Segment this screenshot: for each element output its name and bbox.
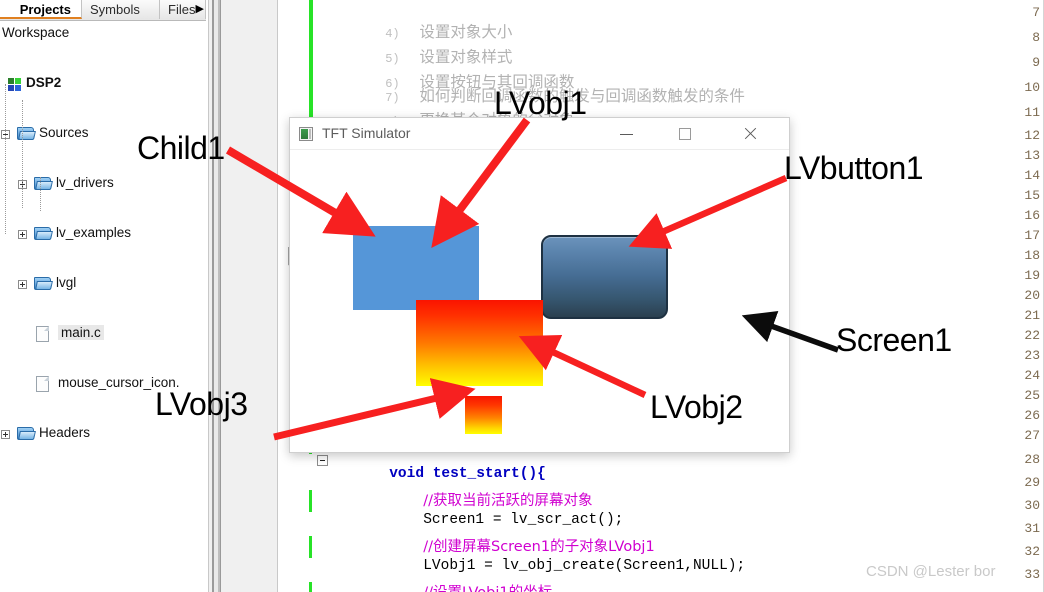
tree-item-dsp2-label: DSP2: [26, 75, 62, 90]
folder-icon: [34, 277, 53, 290]
line-number: 14: [1024, 168, 1040, 183]
folder-icon: [17, 427, 36, 440]
line-number: 9: [1032, 55, 1040, 70]
chevron-right-icon[interactable]: ▶: [196, 2, 204, 15]
code-fold-toggle[interactable]: [317, 455, 328, 466]
line-number: 23: [1024, 348, 1040, 363]
explorer-tabstrip: Projects Symbols Files ▶: [0, 0, 206, 21]
line-number: 25: [1024, 388, 1040, 403]
code-line: lv_obj_set_pos(LVobj1,50,50);: [371, 585, 676, 592]
line-number: 29: [1024, 475, 1040, 490]
line-number: 33: [1024, 567, 1040, 582]
annotation-label-lvobj2: LVobj2: [650, 389, 743, 425]
line-number: 27: [1024, 428, 1040, 443]
tree-item-lv-drivers-label: lv_drivers: [56, 175, 114, 190]
line-number: 15: [1024, 188, 1040, 203]
simulator-titlebar[interactable]: TFT Simulator: [290, 118, 789, 150]
line-number: 19: [1024, 268, 1040, 283]
line-number: 28: [1024, 452, 1040, 467]
panel-splitter[interactable]: [206, 0, 220, 592]
minimize-icon[interactable]: [603, 118, 649, 149]
line-number: 20: [1024, 288, 1040, 303]
tree-item-lv-examples[interactable]: lv_examples: [0, 222, 206, 247]
line-number: 11: [1024, 105, 1040, 120]
simulator-title: TFT Simulator: [322, 125, 411, 141]
folder-icon: [34, 227, 53, 240]
watermark: CSDN @Lester bor: [866, 563, 996, 580]
tab-symbols[interactable]: Symbols: [82, 0, 160, 19]
change-marker: [309, 536, 312, 558]
expander-plus-icon[interactable]: [18, 230, 27, 239]
tree-item-headers[interactable]: Headers: [0, 422, 206, 447]
line-number: 22: [1024, 328, 1040, 343]
annotation-label-lvbutton1: LVbutton1: [784, 150, 924, 186]
expander-plus-icon[interactable]: [18, 280, 27, 289]
lvobj1-rect[interactable]: [353, 226, 479, 344]
line-number: 13: [1024, 148, 1040, 163]
gutter-separator: [277, 0, 278, 592]
lvbutton1-button[interactable]: [541, 235, 668, 319]
tft-app-icon: [299, 127, 313, 141]
line-number: 21: [1024, 308, 1040, 323]
change-marker: [309, 0, 313, 125]
tab-files-label: Files: [168, 2, 196, 17]
line-number: 7: [1032, 5, 1040, 20]
annotation-label-lvobj3: LVobj3: [155, 386, 248, 422]
line-number-gutter: [221, 0, 277, 592]
line-number: 31: [1024, 521, 1040, 536]
close-icon[interactable]: [727, 118, 773, 149]
tree-guide: [40, 177, 41, 211]
annotation-label-child1: Child1: [137, 130, 225, 166]
line-number: 30: [1024, 498, 1040, 513]
tree-item-lv-examples-label: lv_examples: [56, 225, 132, 240]
lvobj2-rect[interactable]: [416, 300, 543, 386]
expander-plus-icon[interactable]: [1, 430, 10, 439]
file-icon: [36, 326, 49, 342]
lvobj3-rect[interactable]: [465, 396, 502, 434]
tree-item-lvgl-label: lvgl: [56, 275, 77, 290]
tree-guide: [22, 100, 23, 208]
annotation-label-lvobj1: LVobj1: [494, 85, 587, 121]
change-marker: [309, 582, 312, 592]
tree-guide: [5, 84, 6, 234]
line-number: 8: [1032, 30, 1040, 45]
folder-icon: [34, 177, 53, 190]
line-number: 12: [1024, 128, 1040, 143]
folder-icon: [17, 127, 36, 140]
line-number: 10: [1024, 80, 1040, 95]
line-number: 24: [1024, 368, 1040, 383]
tree-item-main-c[interactable]: main.c: [0, 322, 206, 347]
tree-item-main-c-label: main.c: [58, 325, 104, 340]
tree-item-workspace[interactable]: Workspace: [0, 22, 206, 47]
file-icon: [36, 376, 49, 392]
tree-item-workspace-label: Workspace: [2, 25, 70, 40]
tab-projects[interactable]: Projects: [0, 0, 82, 19]
change-marker: [309, 490, 312, 512]
tree-item-headers-label: Headers: [39, 425, 91, 440]
line-number: 18: [1024, 248, 1040, 263]
project-icon: [8, 78, 21, 91]
line-number: 17: [1024, 228, 1040, 243]
annotation-label-screen1: Screen1: [836, 322, 952, 358]
tree-item-lv-drivers[interactable]: lv_drivers: [0, 172, 206, 197]
tree-item-dsp2[interactable]: DSP2: [0, 72, 206, 97]
tree-item-lvgl[interactable]: lvgl: [0, 272, 206, 297]
tab-symbols-label: Symbols: [90, 2, 140, 17]
project-explorer-panel: Projects Symbols Files ▶ Workspace DSP2: [0, 0, 206, 592]
tree-item-sources-label: Sources: [39, 125, 89, 140]
line-number: 26: [1024, 408, 1040, 423]
tab-projects-label: Projects: [19, 2, 71, 17]
maximize-icon[interactable]: [662, 118, 708, 149]
line-number: 16: [1024, 208, 1040, 223]
line-number: 32: [1024, 544, 1040, 559]
